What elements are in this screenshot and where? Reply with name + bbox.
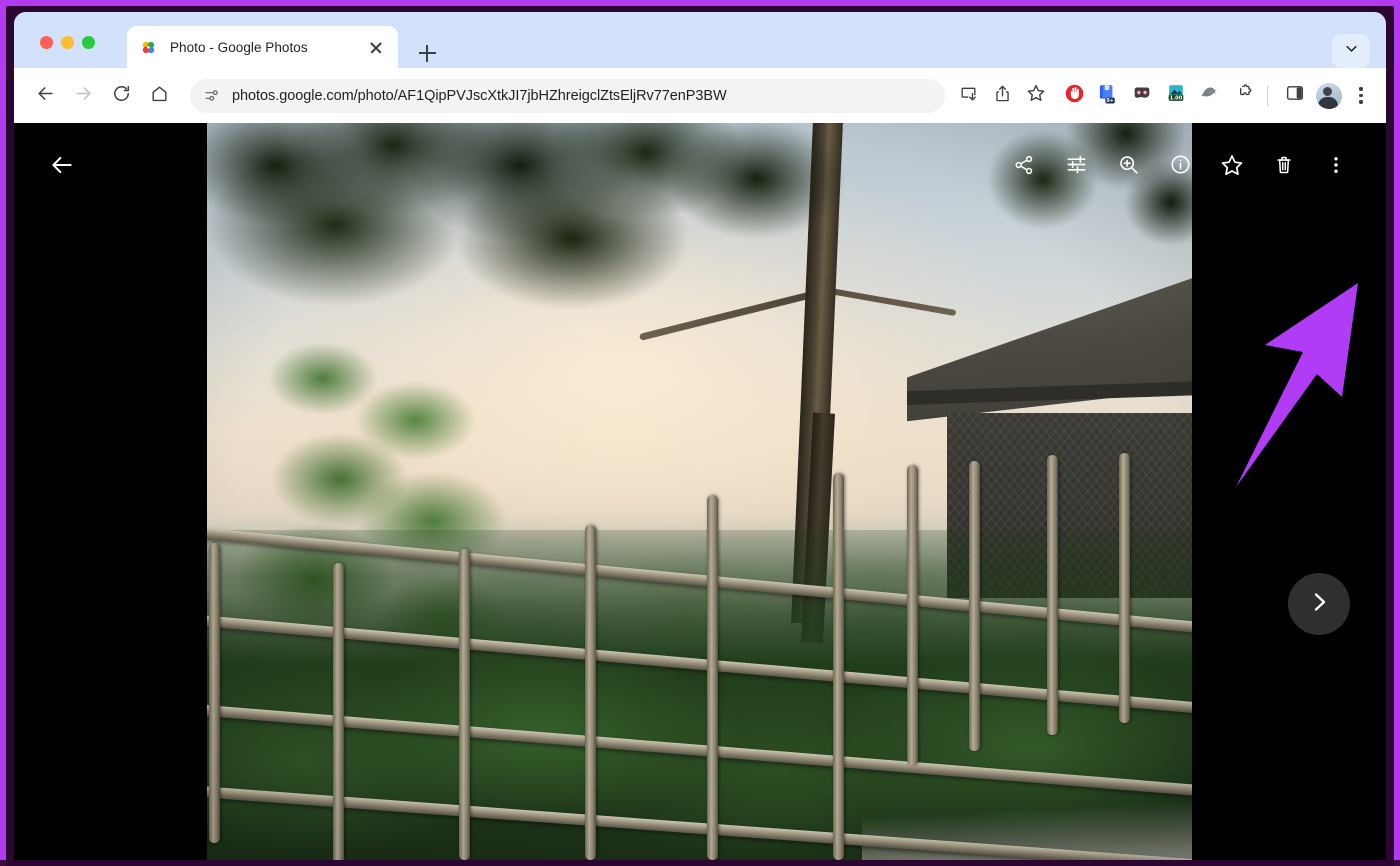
annotation-arrow-icon bbox=[1210, 275, 1386, 515]
three-dot-menu-icon bbox=[1359, 100, 1363, 104]
tab-close-button[interactable] bbox=[366, 37, 386, 57]
extension-notes[interactable]: 9+ bbox=[1093, 81, 1123, 111]
photos-info-button[interactable] bbox=[1154, 141, 1206, 193]
reload-button[interactable] bbox=[104, 79, 138, 113]
fence-post bbox=[707, 495, 718, 860]
fence-post bbox=[1047, 455, 1058, 735]
fence-post bbox=[833, 473, 844, 860]
three-dot-menu-icon bbox=[1325, 154, 1347, 181]
annotation-frame: Photo - Google Photos photos.google.com/… bbox=[0, 0, 1400, 866]
forward-button[interactable] bbox=[66, 79, 100, 113]
fence-post bbox=[459, 549, 470, 860]
sliders-icon bbox=[1065, 153, 1088, 181]
google-photos-viewer bbox=[14, 123, 1386, 860]
star-outline-icon bbox=[1026, 83, 1046, 108]
next-photo-button[interactable] bbox=[1288, 573, 1350, 635]
window-maximize-button[interactable] bbox=[82, 36, 95, 49]
extensions-puzzle-button[interactable] bbox=[1229, 81, 1259, 111]
svg-text:1.00: 1.00 bbox=[1170, 95, 1183, 101]
fence-post bbox=[1119, 453, 1130, 723]
new-tab-button[interactable] bbox=[410, 36, 444, 70]
chrome-menu-button[interactable] bbox=[1346, 79, 1376, 113]
tab-title: Photo - Google Photos bbox=[170, 39, 308, 55]
home-icon bbox=[150, 84, 169, 108]
side-panel-button[interactable] bbox=[1280, 81, 1310, 111]
home-button[interactable] bbox=[142, 79, 176, 113]
photo-image[interactable] bbox=[207, 123, 1192, 860]
arrow-left-icon bbox=[49, 152, 75, 183]
install-icon bbox=[959, 84, 978, 108]
url-text: photos.google.com/photo/AF1QipPVJscXtkJI… bbox=[232, 87, 727, 104]
address-bar[interactable]: photos.google.com/photo/AF1QipPVJscXtkJI… bbox=[190, 78, 945, 113]
photos-zoom-button[interactable] bbox=[1102, 141, 1154, 193]
google-photos-pinwheel-icon bbox=[139, 38, 158, 57]
stop-hand-icon bbox=[1064, 83, 1085, 109]
blue-note-icon: 9+ bbox=[1097, 82, 1119, 109]
extension-privacy-mask[interactable] bbox=[1127, 81, 1157, 111]
share-upload-icon bbox=[993, 84, 1012, 108]
tab-search-button[interactable] bbox=[1332, 34, 1370, 68]
bookmark-page-button[interactable] bbox=[1021, 81, 1051, 111]
fence-post bbox=[907, 465, 918, 765]
shark-icon bbox=[1199, 82, 1221, 109]
side-panel-icon bbox=[1285, 83, 1305, 108]
magnifier-plus-icon bbox=[1117, 153, 1140, 181]
extension-zoom-level[interactable]: 1.00 bbox=[1161, 81, 1191, 111]
omnibox-actions: 9+ 1.00 bbox=[953, 79, 1386, 113]
toolbar-divider bbox=[1267, 85, 1268, 106]
fence-post bbox=[209, 543, 220, 843]
chevron-right-icon bbox=[1307, 590, 1331, 619]
trash-icon bbox=[1273, 154, 1295, 181]
fence-post bbox=[333, 563, 344, 860]
window-minimize-button[interactable] bbox=[61, 36, 74, 49]
tab-strip: Photo - Google Photos bbox=[14, 12, 1386, 68]
fence-post bbox=[969, 461, 980, 751]
share-nodes-icon bbox=[1013, 154, 1035, 181]
site-settings-icon[interactable] bbox=[204, 87, 222, 105]
window-close-button[interactable] bbox=[40, 36, 53, 49]
three-dot-menu-icon bbox=[1359, 87, 1363, 91]
browser-toolbar: photos.google.com/photo/AF1QipPVJscXtkJI… bbox=[14, 68, 1386, 123]
chevron-down-icon bbox=[1344, 41, 1359, 61]
photos-delete-button[interactable] bbox=[1258, 141, 1310, 193]
photos-back-button[interactable] bbox=[36, 141, 88, 193]
traffic-lights bbox=[40, 36, 95, 49]
photos-favorite-button[interactable] bbox=[1206, 141, 1258, 193]
back-button[interactable] bbox=[28, 79, 62, 113]
svg-text:9+: 9+ bbox=[1106, 98, 1114, 104]
info-circle-icon bbox=[1169, 153, 1192, 181]
extension-shark[interactable] bbox=[1195, 81, 1225, 111]
share-page-button[interactable] bbox=[987, 81, 1017, 111]
photos-action-bar bbox=[998, 141, 1362, 193]
photos-more-options-button[interactable] bbox=[1310, 141, 1362, 193]
browser-window: Photo - Google Photos photos.google.com/… bbox=[14, 12, 1386, 860]
profile-avatar[interactable] bbox=[1316, 82, 1342, 109]
extension-adblock[interactable] bbox=[1059, 81, 1089, 111]
arrow-right-icon bbox=[74, 84, 93, 108]
photos-share-button[interactable] bbox=[998, 141, 1050, 193]
arrow-left-icon bbox=[36, 84, 55, 108]
star-outline-icon bbox=[1220, 153, 1244, 182]
puzzle-piece-icon bbox=[1234, 83, 1254, 108]
fence-post bbox=[585, 525, 596, 860]
reload-icon bbox=[112, 84, 131, 108]
browser-tab[interactable]: Photo - Google Photos bbox=[127, 26, 398, 68]
three-dot-menu-icon bbox=[1359, 93, 1363, 98]
mask-glasses-icon bbox=[1131, 82, 1153, 109]
photos-edit-button[interactable] bbox=[1050, 141, 1102, 193]
screenshot-icon: 1.00 bbox=[1165, 82, 1187, 109]
install-app-button[interactable] bbox=[953, 81, 983, 111]
